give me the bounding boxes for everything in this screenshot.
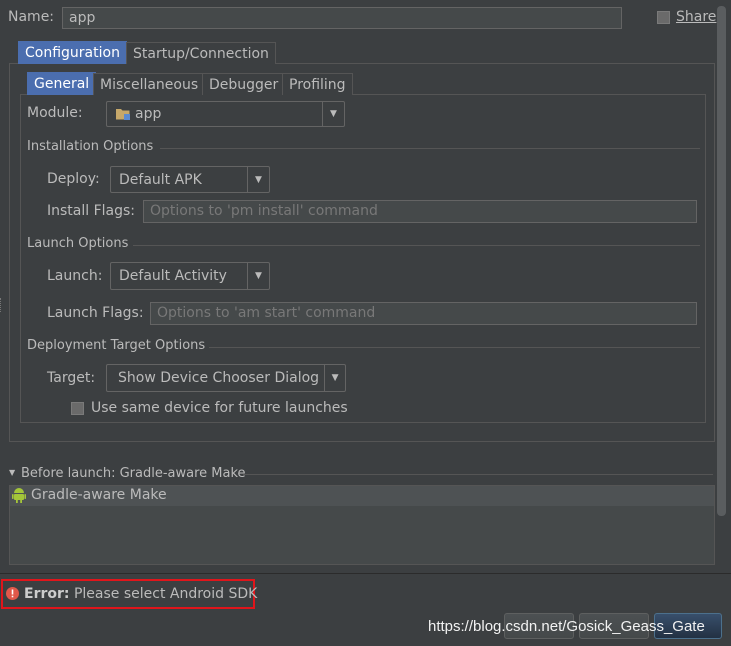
install-flags-placeholder: Options to 'pm install' command	[150, 203, 378, 219]
target-value: Show Device Chooser Dialog	[118, 370, 320, 386]
before-launch-separator	[243, 474, 713, 475]
deployment-target-title: Deployment Target Options	[27, 338, 206, 353]
launch-options-title: Launch Options	[27, 236, 129, 251]
name-value: app	[69, 10, 96, 26]
deploy-value: Default APK	[119, 171, 202, 188]
target-combo[interactable]: Show Device Chooser Dialog ▼	[106, 364, 346, 392]
same-device-checkbox[interactable]	[71, 402, 84, 415]
same-device-label: Use same device for future launches	[91, 400, 348, 416]
chevron-down-icon: ▼	[324, 365, 345, 391]
launch-combo[interactable]: Default Activity ▼	[110, 262, 270, 290]
chevron-down-icon: ▼	[247, 263, 269, 289]
tab-configuration-label: Configuration	[25, 45, 120, 61]
launch-flags-placeholder: Options to 'am start' command	[157, 305, 376, 321]
target-label: Target:	[47, 370, 96, 386]
error-icon	[6, 587, 19, 600]
install-flags-label: Install Flags:	[47, 203, 136, 219]
android-icon	[12, 488, 26, 503]
gradle-make-label: Gradle-aware Make	[31, 487, 167, 503]
module-label: Module:	[27, 105, 83, 121]
share-label: Share	[676, 9, 717, 25]
name-input[interactable]: app	[62, 7, 622, 29]
share-checkbox[interactable]	[657, 11, 670, 24]
tab-general[interactable]: General	[27, 72, 97, 95]
chevron-down-icon: ▼	[247, 167, 269, 192]
deploy-combo[interactable]: Default APK ▼	[110, 166, 270, 193]
tab-debugger[interactable]: Debugger	[202, 73, 286, 95]
tab-general-label: General	[34, 76, 90, 92]
launch-label: Launch:	[47, 268, 103, 284]
error-text: Please select Android SDK	[73, 586, 258, 602]
bottom-divider	[0, 573, 731, 574]
tab-profiling[interactable]: Profiling	[282, 73, 353, 95]
deployment-separator	[209, 347, 700, 348]
launch-separator	[133, 245, 700, 246]
launch-value: Default Activity	[119, 268, 227, 284]
tab-startup-connection[interactable]: Startup/Connection	[126, 42, 276, 64]
name-label: Name:	[8, 9, 55, 25]
module-combo[interactable]: app ▼	[106, 101, 345, 127]
deploy-label: Deploy:	[47, 171, 100, 187]
collapse-triangle-icon[interactable]: ▼	[9, 468, 15, 477]
launch-flags-input[interactable]: Options to 'am start' command	[150, 302, 697, 325]
error-prefix: Error:	[24, 586, 70, 602]
installation-options-title: Installation Options	[27, 139, 154, 154]
tab-debugger-label: Debugger	[209, 76, 279, 93]
chevron-down-icon: ▼	[322, 102, 344, 126]
module-folder-icon	[116, 109, 130, 120]
install-flags-input[interactable]: Options to 'pm install' command	[143, 200, 697, 223]
error-message: Error: Please select Android SDK	[24, 586, 257, 602]
scrollbar[interactable]	[717, 6, 726, 516]
splitter-handle[interactable]	[0, 298, 3, 312]
list-item[interactable]: Gradle-aware Make	[10, 486, 714, 506]
module-value: app	[135, 106, 162, 122]
tab-startup-connection-label: Startup/Connection	[133, 45, 269, 62]
tab-configuration[interactable]: Configuration	[18, 41, 127, 64]
tab-miscellaneous[interactable]: Miscellaneous	[93, 73, 206, 95]
launch-flags-label: Launch Flags:	[47, 305, 144, 321]
watermark-text: https://blog.csdn.net/Gosick_Geass_Gate	[428, 618, 705, 635]
installation-separator	[160, 148, 700, 149]
before-launch-title: Before launch: Gradle-aware Make	[21, 466, 246, 481]
tab-profiling-label: Profiling	[289, 76, 346, 93]
tab-miscellaneous-label: Miscellaneous	[100, 76, 199, 93]
